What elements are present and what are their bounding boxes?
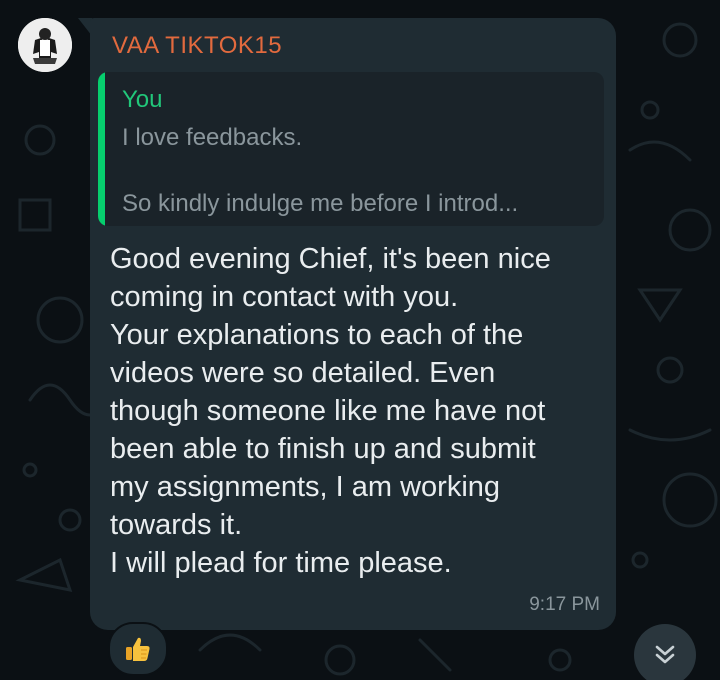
quoted-text-line-1: I love feedbacks. (122, 124, 303, 151)
reaction-badge[interactable] (108, 622, 168, 676)
quote-accent-bar (98, 72, 105, 226)
message-timestamp: 9:17 PM (529, 594, 600, 615)
quoted-author: You (122, 86, 163, 113)
message-text: Good evening Chief, it's been nice comin… (110, 243, 551, 579)
chat-view: VAA TIKTOK15 You I love feedbacks. So ki… (0, 0, 720, 680)
thumbs-up-icon (126, 637, 150, 661)
sender-name[interactable]: VAA TIKTOK15 (112, 32, 282, 60)
quoted-text-line-2: So kindly indulge me before I introd... (122, 190, 519, 217)
person-avatar-icon (18, 18, 72, 72)
quoted-reply[interactable]: You I love feedbacks. So kindly indulge … (98, 72, 604, 226)
message-bubble[interactable]: VAA TIKTOK15 You I love feedbacks. So ki… (90, 18, 616, 630)
sender-avatar[interactable] (18, 18, 72, 72)
scroll-to-bottom-button[interactable] (634, 624, 696, 680)
double-chevron-down-icon (655, 645, 675, 664)
